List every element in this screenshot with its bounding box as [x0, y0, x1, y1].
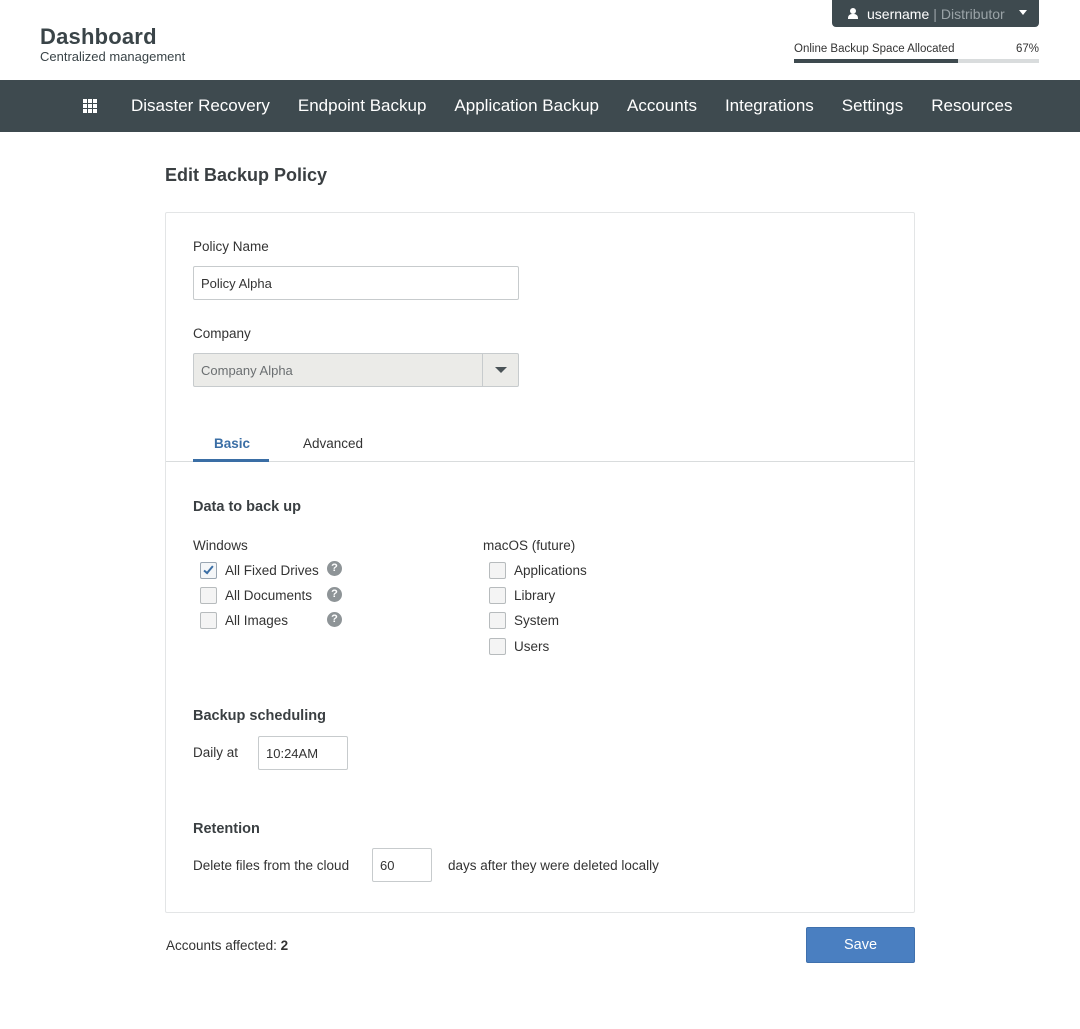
- checkbox-label: Users: [514, 639, 550, 654]
- checkbox-library[interactable]: [489, 587, 506, 604]
- schedule-time-input[interactable]: 10:24AM: [258, 736, 348, 770]
- company-label: Company: [193, 326, 251, 341]
- nav-disaster-recovery[interactable]: Disaster Recovery: [131, 96, 270, 116]
- accounts-affected: Accounts affected: 2: [166, 938, 288, 953]
- checkbox-row-system[interactable]: System: [489, 612, 559, 629]
- user-icon: [848, 8, 858, 19]
- macos-label: macOS (future): [483, 538, 576, 553]
- chevron-down-icon: [1019, 10, 1027, 15]
- quota-label: Online Backup Space Allocated: [794, 43, 955, 55]
- username: username: [867, 5, 930, 22]
- windows-label: Windows: [193, 538, 248, 553]
- caret-down-icon: [495, 367, 507, 373]
- app-grid-icon[interactable]: [83, 99, 97, 113]
- checkbox-row-all-fixed-drives[interactable]: All Fixed Drives: [200, 562, 319, 579]
- policy-form-panel: Policy Name Policy Alpha Company Company…: [165, 212, 915, 913]
- checkbox-row-library[interactable]: Library: [489, 587, 555, 604]
- checkbox-row-applications[interactable]: Applications: [489, 562, 587, 579]
- accounts-affected-label: Accounts affected:: [166, 938, 281, 953]
- retention-prefix-label: Delete files from the cloud: [193, 858, 350, 873]
- brand: Dashboard Centralized management: [40, 24, 185, 64]
- company-dropdown-button[interactable]: [482, 354, 518, 386]
- checkbox-row-all-documents[interactable]: All Documents: [200, 587, 312, 604]
- main-nav: Disaster Recovery Endpoint Backup Applic…: [0, 80, 1080, 132]
- checkbox-all-fixed-drives[interactable]: [200, 562, 217, 579]
- user-menu[interactable]: username | Distributor: [832, 0, 1039, 27]
- retention-heading: Retention: [193, 821, 260, 837]
- backup-scheduling-heading: Backup scheduling: [193, 708, 326, 724]
- retention-suffix-label: days after they were deleted locally: [448, 858, 659, 873]
- nav-resources[interactable]: Resources: [931, 96, 1012, 116]
- retention-days-input[interactable]: 60: [372, 848, 432, 882]
- daily-at-label: Daily at: [193, 745, 239, 760]
- brand-title: Dashboard: [40, 24, 157, 49]
- quota-percent: 67%: [1015, 43, 1039, 55]
- tab-advanced[interactable]: Advanced: [303, 436, 363, 451]
- nav-endpoint-backup[interactable]: Endpoint Backup: [298, 96, 427, 116]
- nav-accounts[interactable]: Accounts: [627, 96, 697, 116]
- checkbox-all-images[interactable]: [200, 612, 217, 629]
- checkbox-users[interactable]: [489, 638, 506, 655]
- data-to-backup-heading: Data to back up: [193, 499, 301, 515]
- nav-integrations[interactable]: Integrations: [725, 96, 814, 116]
- tabs-divider: [166, 461, 914, 462]
- checkbox-applications[interactable]: [489, 562, 506, 579]
- checkbox-label: All Fixed Drives: [225, 563, 319, 578]
- backup-space-quota: Online Backup Space Allocated 67%: [794, 43, 1039, 63]
- user-role: Distributor: [940, 5, 1005, 22]
- policy-name-input[interactable]: Policy Alpha: [193, 266, 519, 300]
- checkbox-label: All Documents: [225, 588, 313, 603]
- company-select-value: Company Alpha: [201, 362, 293, 378]
- checkbox-row-users[interactable]: Users: [489, 638, 549, 655]
- checkbox-label: Library: [514, 588, 556, 603]
- tab-basic[interactable]: Basic: [214, 436, 250, 451]
- checkmark-icon: [203, 563, 214, 575]
- checkbox-all-documents[interactable]: [200, 587, 217, 604]
- user-menu-separator: |: [933, 5, 937, 22]
- quota-progress-fill: [794, 59, 959, 63]
- checkbox-system[interactable]: [489, 612, 506, 629]
- help-icon[interactable]: ?: [327, 561, 342, 576]
- accounts-affected-count: 2: [280, 938, 289, 953]
- company-select[interactable]: Company Alpha: [193, 353, 519, 387]
- checkbox-label: All Images: [225, 613, 289, 628]
- save-button[interactable]: Save: [806, 927, 915, 963]
- help-icon[interactable]: ?: [327, 587, 342, 602]
- page-title: Edit Backup Policy: [165, 165, 328, 185]
- nav-application-backup[interactable]: Application Backup: [454, 96, 599, 116]
- checkbox-label: System: [514, 613, 560, 628]
- checkbox-row-all-images[interactable]: All Images: [200, 612, 288, 629]
- active-tab-indicator: [193, 459, 269, 462]
- nav-settings[interactable]: Settings: [842, 96, 903, 116]
- brand-subtitle: Centralized management: [40, 49, 186, 64]
- help-icon[interactable]: ?: [327, 612, 342, 627]
- checkbox-label: Applications: [514, 563, 587, 578]
- policy-name-label: Policy Name: [193, 239, 269, 254]
- quota-progress-bar: [794, 59, 1039, 63]
